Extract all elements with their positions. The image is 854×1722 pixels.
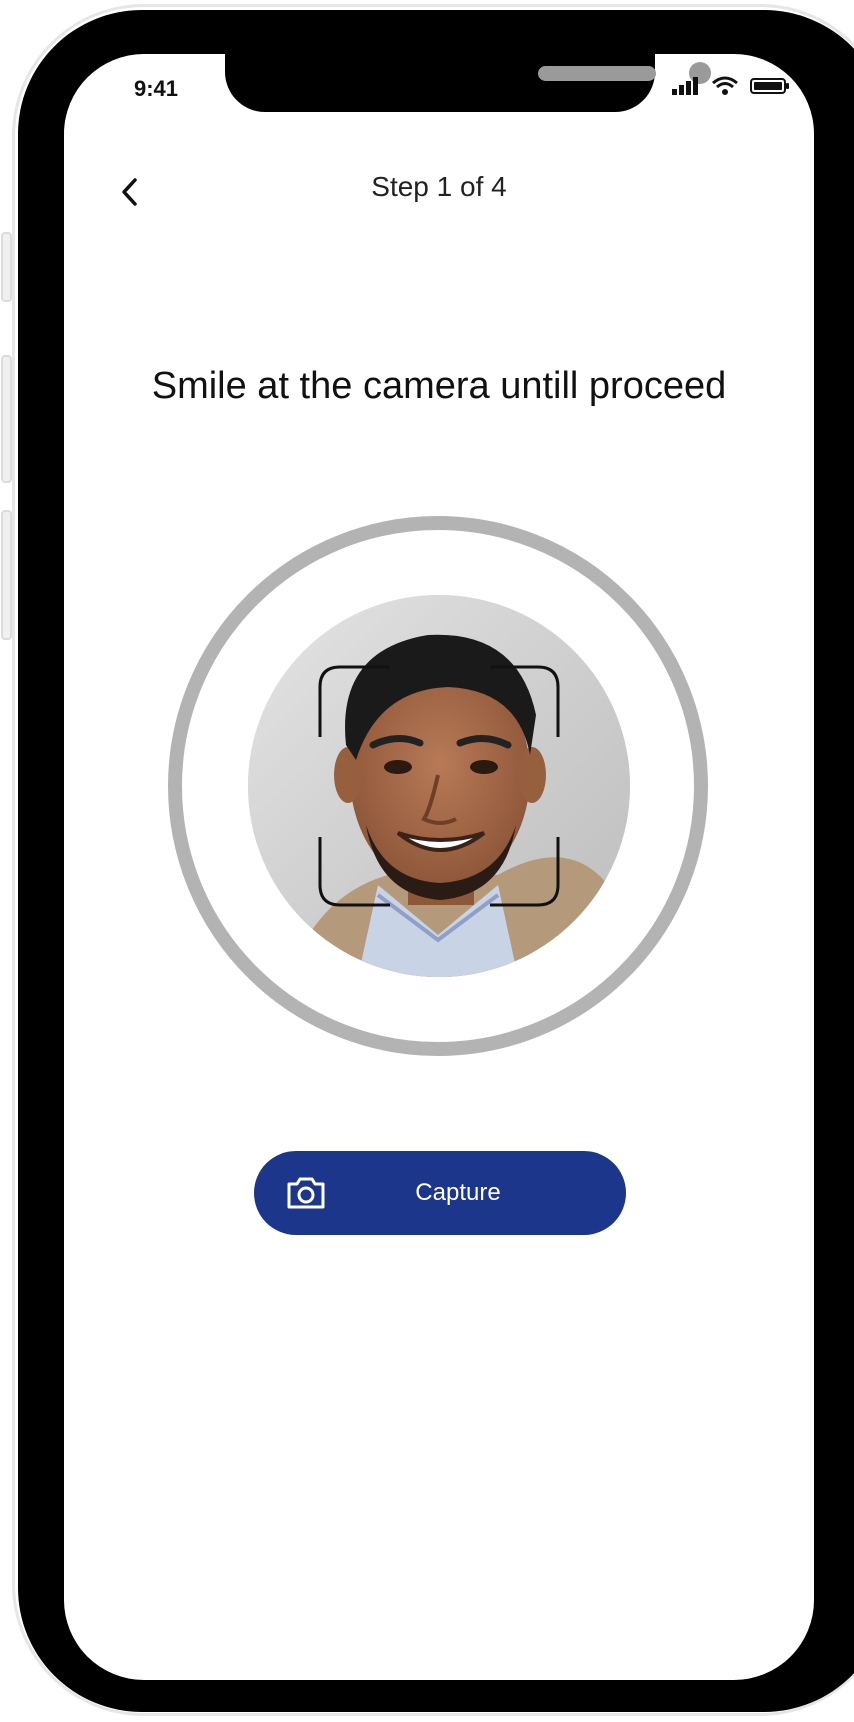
mute-switch bbox=[1, 232, 12, 302]
camera-preview bbox=[248, 595, 630, 977]
signal-icon bbox=[672, 77, 698, 95]
face-scan-frame-icon bbox=[318, 665, 560, 907]
speaker-grille bbox=[538, 66, 656, 81]
phone-screen: 9:41 Step 1 of 4 Smile at the camera unt… bbox=[64, 54, 814, 1680]
instruction-heading: Smile at the camera untill proceed bbox=[151, 365, 727, 407]
capture-button-label: Capture bbox=[415, 1179, 501, 1206]
status-time: 9:41 bbox=[134, 76, 179, 101]
step-indicator: Step 1 of 4 bbox=[371, 171, 507, 202]
volume-up-button bbox=[1, 355, 12, 483]
volume-down-button bbox=[1, 510, 12, 640]
wifi-icon bbox=[712, 76, 738, 95]
notch bbox=[225, 54, 711, 112]
status-icons bbox=[672, 76, 790, 96]
capture-button[interactable]: Capture bbox=[254, 1151, 626, 1235]
battery-icon bbox=[750, 78, 789, 94]
